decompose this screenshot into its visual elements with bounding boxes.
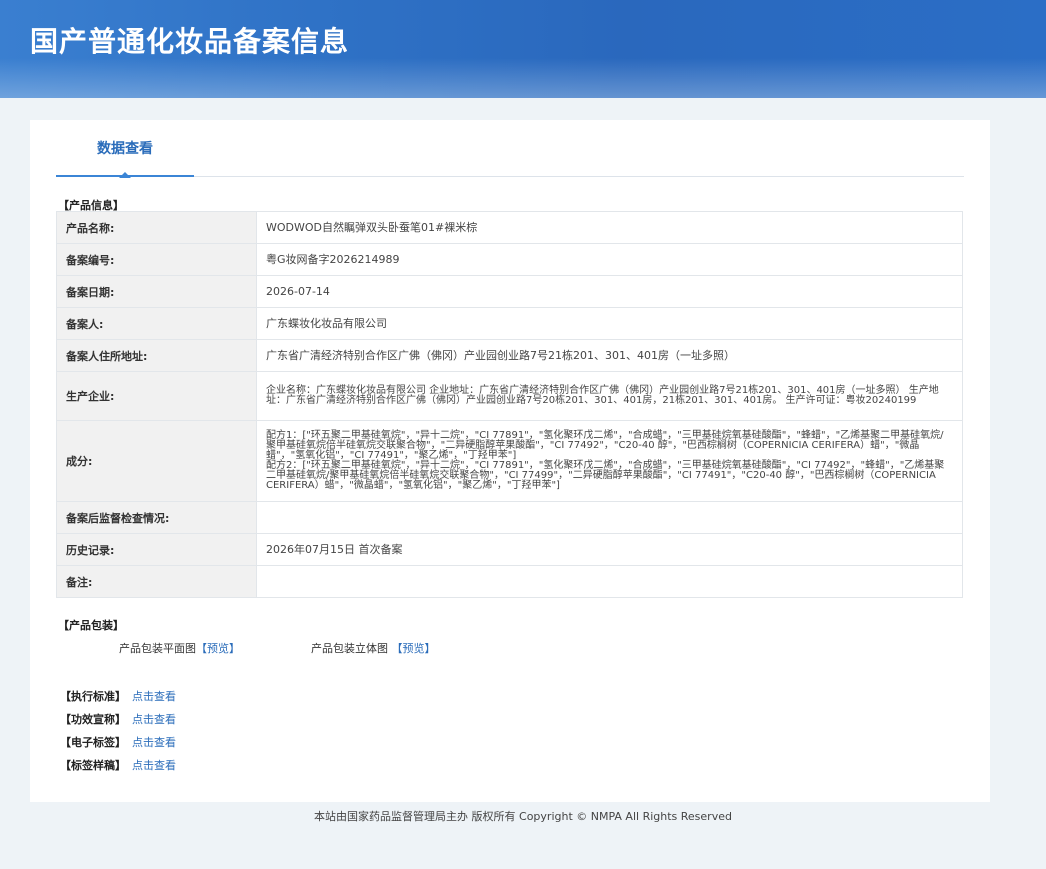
page-header: 国产普通化妆品备案信息 <box>0 0 1046 98</box>
row-label: 备案人: <box>56 307 257 340</box>
section-title-packaging: 【产品包装】 <box>58 619 124 632</box>
inspection-value <box>256 501 963 534</box>
row-label: 备案后监督检查情况: <box>56 501 257 534</box>
packaging-solid-label: 产品包装立体图 <box>311 642 388 655</box>
table-row: 历史记录: 2026年07月15日 首次备案 <box>56 533 963 566</box>
registrant-value: 广东蝶妆化妆品有限公司 <box>256 307 963 340</box>
row-label: 历史记录: <box>56 533 257 566</box>
tab-active-indicator <box>119 172 131 178</box>
efficacy-claim-label: 【功效宣称】 <box>60 713 126 726</box>
ingredients-value: 配方1：["环五聚二甲基硅氧烷"，"异十二烷"，"CI 77891"，"氢化聚环… <box>256 420 963 502</box>
efficacy-claim: 【功效宣称】 点击查看 <box>60 711 176 727</box>
row-label: 备案人住所地址: <box>56 339 257 372</box>
product-name-value: WODWOD自然瞩弹双头卧蚕笔01#裸米棕 <box>256 211 963 244</box>
table-row: 备案人: 广东蝶妆化妆品有限公司 <box>56 307 963 340</box>
standard-execution: 【执行标准】 点击查看 <box>60 688 176 704</box>
label-draft: 【标签样稿】 点击查看 <box>60 757 176 773</box>
page-title: 国产普通化妆品备案信息 <box>30 25 350 58</box>
remarks-value <box>256 565 963 598</box>
record-number-value: 粤G妆网备字2026214989 <box>256 243 963 276</box>
row-label: 备案日期: <box>56 275 257 308</box>
efficacy-claim-link[interactable]: 点击查看 <box>132 713 176 726</box>
table-row: 备案日期: 2026-07-14 <box>56 275 963 308</box>
row-label: 备案编号: <box>56 243 257 276</box>
row-label: 生产企业: <box>56 371 257 421</box>
packaging-flat-preview-link[interactable]: 【预览】 <box>196 642 240 655</box>
manufacturer-value: 企业名称：广东蝶妆化妆品有限公司 企业地址：广东省广清经济特别合作区广佛（佛冈）… <box>256 371 963 421</box>
table-row: 备案后监督检查情况: <box>56 501 963 534</box>
electronic-label-link[interactable]: 点击查看 <box>132 736 176 749</box>
table-row: 产品名称: WODWOD自然瞩弹双头卧蚕笔01#裸米棕 <box>56 211 963 244</box>
page-footer: 本站由国家药品监督管理局主办 版权所有 Copyright © NMPA All… <box>314 810 732 823</box>
row-label: 成分: <box>56 420 257 502</box>
row-label: 产品名称: <box>56 211 257 244</box>
content-panel: 数据查看 【产品信息】 产品名称: WODWOD自然瞩弹双头卧蚕笔01#裸米棕 … <box>30 120 990 802</box>
table-row: 备案人住所地址: 广东省广清经济特别合作区广佛（佛冈）产业园创业路7号21栋20… <box>56 339 963 372</box>
record-date-value: 2026-07-14 <box>256 275 963 308</box>
electronic-label: 【电子标签】 点击查看 <box>60 734 176 750</box>
packaging-solid: 产品包装立体图 【预览】 <box>311 640 436 656</box>
standard-execution-link[interactable]: 点击查看 <box>132 690 176 703</box>
history-value: 2026年07月15日 首次备案 <box>256 533 963 566</box>
label-draft-label: 【标签样稿】 <box>60 759 126 772</box>
registrant-address-value: 广东省广清经济特别合作区广佛（佛冈）产业园创业路7号21栋201、301、401… <box>256 339 963 372</box>
product-info-table: 产品名称: WODWOD自然瞩弹双头卧蚕笔01#裸米棕 备案编号: 粤G妆网备字… <box>56 211 963 598</box>
label-draft-link[interactable]: 点击查看 <box>132 759 176 772</box>
table-row: 备注: <box>56 565 963 598</box>
packaging-solid-preview-link[interactable]: 【预览】 <box>392 642 436 655</box>
table-row: 生产企业: 企业名称：广东蝶妆化妆品有限公司 企业地址：广东省广清经济特别合作区… <box>56 371 963 421</box>
standard-execution-label: 【执行标准】 <box>60 690 126 703</box>
table-row: 备案编号: 粤G妆网备字2026214989 <box>56 243 963 276</box>
tab-bar: 数据查看 <box>56 120 964 178</box>
row-label: 备注: <box>56 565 257 598</box>
electronic-label-label: 【电子标签】 <box>60 736 126 749</box>
tab-data-view[interactable]: 数据查看 <box>56 120 194 177</box>
table-row: 成分: 配方1：["环五聚二甲基硅氧烷"，"异十二烷"，"CI 77891"，"… <box>56 420 963 502</box>
packaging-flat-label: 产品包装平面图 <box>119 642 196 655</box>
packaging-flat: 产品包装平面图【预览】 <box>119 640 240 656</box>
